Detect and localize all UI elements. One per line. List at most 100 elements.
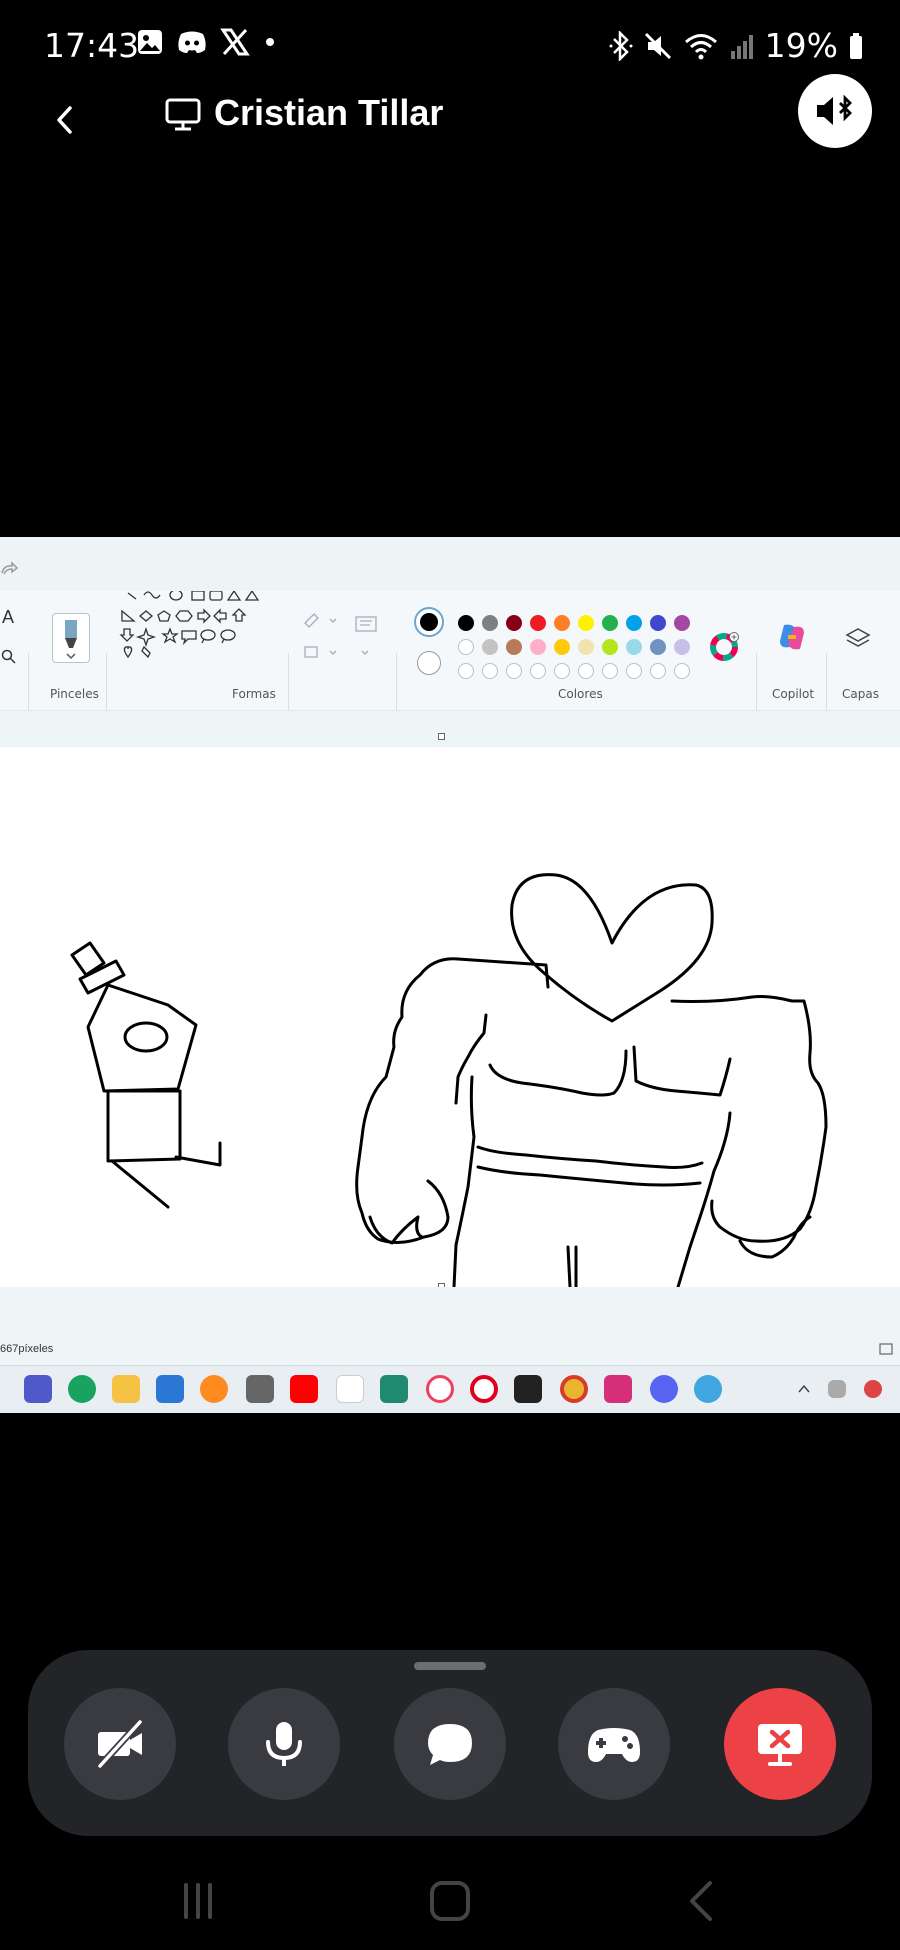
custom-swatch-empty[interactable] — [458, 663, 474, 679]
tray-drag-handle[interactable] — [414, 1662, 486, 1670]
home-button[interactable] — [420, 1876, 480, 1926]
swatch[interactable] — [530, 615, 546, 631]
tray-app-icon[interactable] — [864, 1380, 882, 1398]
teams-icon[interactable] — [24, 1375, 52, 1403]
color-picker-icon[interactable] — [710, 631, 740, 661]
chest-stroke — [488, 1049, 628, 1097]
firefox-icon[interactable] — [200, 1375, 228, 1403]
resize-handle[interactable] — [438, 733, 445, 740]
stop-sharing-button[interactable] — [724, 1688, 836, 1800]
copilot-icon[interactable] — [776, 621, 808, 653]
belt-stroke — [476, 1145, 704, 1169]
caller-name: Cristian Tillar — [214, 92, 444, 133]
opera-gx-icon[interactable] — [426, 1375, 454, 1403]
torso-stroke — [355, 957, 550, 1244]
swatch[interactable] — [674, 615, 690, 631]
pycharm-icon[interactable] — [380, 1375, 408, 1403]
swatch[interactable] — [626, 639, 642, 655]
edge-icon[interactable] — [68, 1375, 96, 1403]
swatch[interactable] — [458, 639, 474, 655]
recent-apps-icon — [184, 1883, 212, 1919]
microphone-icon — [266, 1722, 302, 1766]
custom-swatch-empty[interactable] — [482, 663, 498, 679]
legs-stroke — [566, 1245, 572, 1289]
swatch[interactable] — [458, 615, 474, 631]
redo-icon[interactable] — [0, 559, 20, 579]
brushes-button[interactable] — [52, 613, 90, 663]
custom-swatch-empty[interactable] — [650, 663, 666, 679]
paint-icon[interactable] — [694, 1375, 722, 1403]
pen-head-stroke — [86, 983, 198, 1093]
store-icon[interactable] — [156, 1375, 184, 1403]
swatch[interactable] — [482, 639, 498, 655]
status-time: 17:43 — [44, 26, 140, 65]
custom-swatch-empty[interactable] — [626, 663, 642, 679]
arm-stroke — [676, 1111, 732, 1289]
drawing-canvas[interactable] — [0, 747, 900, 1290]
app-m-icon[interactable] — [246, 1375, 274, 1403]
back-button[interactable] — [46, 100, 86, 140]
status-bar: 17:43 19% — [0, 0, 900, 90]
custom-swatch-empty[interactable] — [554, 663, 570, 679]
audio-output-button[interactable] — [798, 74, 872, 148]
swatch[interactable] — [482, 615, 498, 631]
swatch[interactable] — [554, 615, 570, 631]
secondary-color[interactable] — [417, 651, 441, 675]
ribbon-label-colors: Colores — [558, 687, 603, 701]
swatch[interactable] — [626, 615, 642, 631]
fit-screen-icon[interactable] — [878, 1341, 894, 1357]
swatch[interactable] — [530, 639, 546, 655]
camera-off-icon — [97, 1719, 143, 1769]
layers-icon[interactable] — [844, 625, 872, 653]
primary-color[interactable] — [414, 607, 444, 637]
custom-swatch-empty[interactable] — [674, 663, 690, 679]
discord-icon[interactable] — [650, 1375, 678, 1403]
chrome-icon[interactable] — [560, 1375, 588, 1403]
instagram-icon[interactable] — [604, 1375, 632, 1403]
torso-stroke — [670, 995, 828, 1243]
swatch[interactable] — [602, 615, 618, 631]
shapes-gallery[interactable] — [118, 591, 278, 677]
activities-button[interactable] — [558, 1688, 670, 1800]
swatch[interactable] — [506, 615, 522, 631]
zoom-icon[interactable] — [1, 649, 17, 665]
camera-toggle-button[interactable] — [64, 1688, 176, 1800]
swatch[interactable] — [506, 639, 522, 655]
chest-stroke — [632, 1045, 732, 1097]
wifi-icon — [684, 33, 717, 59]
paint-status-bar: 667píxeles — [0, 1287, 900, 1365]
custom-swatch-empty[interactable] — [506, 663, 522, 679]
text-tool[interactable]: A — [2, 607, 14, 628]
youtube-icon[interactable] — [290, 1375, 318, 1403]
chevron-up-icon[interactable] — [796, 1381, 812, 1397]
folder-icon[interactable] — [112, 1375, 140, 1403]
recent-apps-button[interactable] — [168, 1876, 228, 1926]
microphone-button[interactable] — [228, 1688, 340, 1800]
outline-fill-controls[interactable] — [300, 603, 380, 683]
swatch[interactable] — [578, 639, 594, 655]
speaker-bluetooth-icon — [817, 94, 852, 125]
opera-icon[interactable] — [470, 1375, 498, 1403]
custom-swatch-empty[interactable] — [578, 663, 594, 679]
swatch[interactable] — [602, 639, 618, 655]
heart-head-stroke — [510, 873, 714, 1023]
swatch[interactable] — [554, 639, 570, 655]
play-store-icon[interactable] — [514, 1375, 542, 1403]
pixel-readout: 667píxeles — [0, 1343, 54, 1355]
stop-share-icon — [758, 1724, 802, 1766]
swatch[interactable] — [674, 639, 690, 655]
amazon-icon[interactable] — [336, 1375, 364, 1403]
swatch[interactable] — [650, 615, 666, 631]
tray-app-icon[interactable] — [828, 1380, 846, 1398]
custom-swatch-empty[interactable] — [530, 663, 546, 679]
belt-stroke — [476, 1165, 702, 1187]
swatch[interactable] — [650, 639, 666, 655]
swatch[interactable] — [578, 615, 594, 631]
windows-taskbar — [0, 1365, 900, 1413]
chat-button[interactable] — [394, 1688, 506, 1800]
back-nav-button[interactable] — [672, 1876, 732, 1926]
brush-icon — [65, 620, 77, 660]
ribbon-label-shapes: Formas — [232, 687, 276, 701]
custom-swatch-empty[interactable] — [602, 663, 618, 679]
chevron-left-icon — [57, 106, 72, 134]
